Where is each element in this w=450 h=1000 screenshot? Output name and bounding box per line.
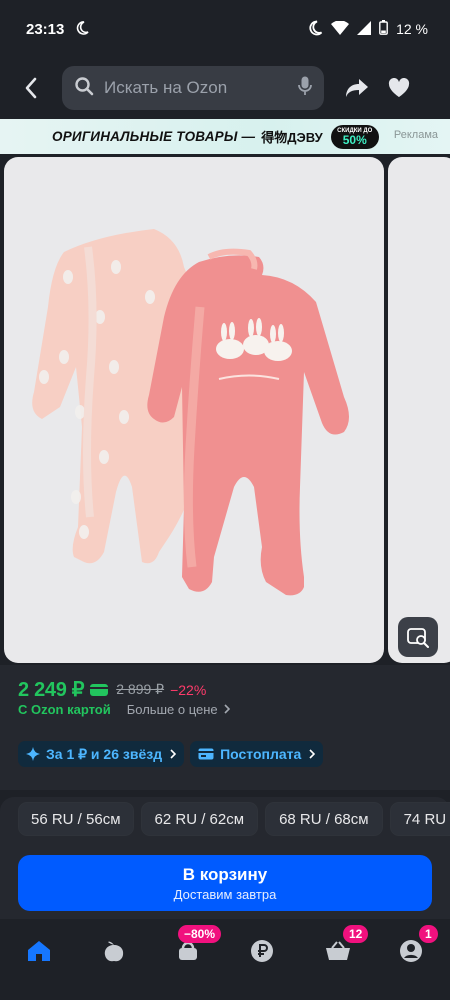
ad-label: Реклама (393, 129, 438, 141)
profile-badge: 1 (419, 925, 438, 943)
nav-home[interactable] (19, 933, 59, 969)
cart-icon (326, 941, 350, 960)
image-search-icon (407, 628, 429, 648)
postpay-card-icon (198, 748, 215, 760)
search-placeholder: Искать на Ozon (104, 78, 228, 97)
chevron-left-icon (25, 77, 37, 99)
microphone-icon[interactable] (298, 76, 312, 101)
ozon-card-line[interactable]: С Ozon картой Больше о цене (18, 702, 230, 717)
cart-badge: 12 (343, 925, 369, 943)
size-option[interactable]: 56 RU / 56см (18, 802, 134, 836)
cart-area: В корзину Доставим завтра (0, 847, 450, 919)
battery-icon (379, 20, 388, 38)
add-to-cart-button[interactable]: В корзину Доставим завтра (18, 855, 432, 911)
share-icon (346, 79, 368, 97)
night-mode-icon (74, 20, 90, 39)
status-time: 23:13 (26, 20, 65, 38)
size-option[interactable]: 68 RU / 68см (265, 802, 383, 836)
stars-offer-label: За 1 ₽ и 26 звёзд (46, 745, 163, 762)
find-similar-button[interactable] (398, 617, 438, 657)
finance-icon (251, 940, 273, 962)
nav-fresh[interactable] (94, 933, 134, 969)
chevron-right-icon (170, 747, 177, 762)
size-option[interactable]: 62 RU / 62см (140, 802, 259, 836)
ad-sale-value: 50% (342, 132, 367, 147)
top-navigation: Искать на Ozon (0, 58, 450, 118)
price-panel: 2 249 ₽ 2 899 ₽ −22% С Ozon картой Больш… (0, 665, 450, 790)
ad-brand: 得物ДЭВУ (261, 130, 323, 145)
price-with-card: 2 249 ₽ (18, 679, 85, 701)
baby-bodysuits-image (32, 229, 349, 596)
search-input[interactable]: Искать на Ozon (62, 66, 324, 110)
nav-finance[interactable] (242, 933, 282, 969)
ad-text: ОРИГИНАЛЬНЫЕ ТОВАРЫ — (52, 129, 256, 144)
fresh-icon (104, 941, 124, 962)
old-price: 2 899 ₽ (116, 681, 165, 697)
favorite-button[interactable] (384, 68, 414, 108)
signal-icon (357, 20, 372, 38)
delivery-label: Доставим завтра (173, 886, 277, 902)
ad-banner[interactable]: ОРИГИНАЛЬНЫЕ ТОВАРЫ — 得物ДЭВУ СКИДКИ ДО 5… (0, 119, 450, 154)
chevron-right-icon (224, 702, 230, 717)
size-selector: 56 RU / 56см 62 RU / 62см 68 RU / 68см 7… (0, 797, 450, 847)
back-button[interactable] (14, 68, 48, 108)
search-icon (74, 76, 94, 101)
product-gallery[interactable] (0, 155, 450, 665)
size-option[interactable]: 74 RU (389, 802, 450, 836)
card-icon (90, 683, 109, 696)
postpay-chip[interactable]: Постоплата (190, 741, 324, 767)
sale-badge: −80% (178, 925, 222, 943)
wifi-icon (331, 19, 350, 38)
screen: 23:13 12 % Искать на Ozon ОРИГИНАЛЬНЫЕ Т… (0, 0, 450, 1000)
add-to-cart-label: В корзину (182, 864, 268, 884)
profile-icon (400, 940, 422, 962)
price-row: 2 249 ₽ 2 899 ₽ −22% (18, 677, 206, 702)
status-bar: 23:13 12 % (0, 0, 450, 58)
more-about-price-link[interactable]: Больше о цене (127, 702, 218, 717)
stars-offer-chip[interactable]: За 1 ₽ и 26 звёзд (18, 741, 185, 767)
battery-percent: 12 % (396, 21, 428, 37)
chevron-right-icon (309, 747, 316, 762)
home-icon (28, 941, 50, 961)
discount-percent: −22% (170, 681, 207, 698)
ozon-card-label: С Ozon картой (18, 702, 111, 717)
share-button[interactable] (342, 68, 372, 108)
next-photo-preview[interactable] (388, 157, 450, 663)
product-photo[interactable] (4, 157, 384, 663)
offer-chips: За 1 ₽ и 26 звёзд Постоплата (18, 741, 324, 767)
ad-sale-badge: СКИДКИ ДО 50% (330, 124, 379, 149)
heart-icon (388, 78, 410, 97)
sale-icon (179, 941, 197, 960)
size-options: 56 RU / 56см 62 RU / 62см 68 RU / 68см 7… (18, 802, 450, 836)
status-right: 12 % (307, 19, 428, 39)
postpay-label: Постоплата (220, 746, 302, 762)
dnd-moon-icon (307, 20, 323, 39)
bottom-navigation: −80% 12 1 (0, 919, 450, 1000)
sparkle-icon (26, 747, 40, 761)
